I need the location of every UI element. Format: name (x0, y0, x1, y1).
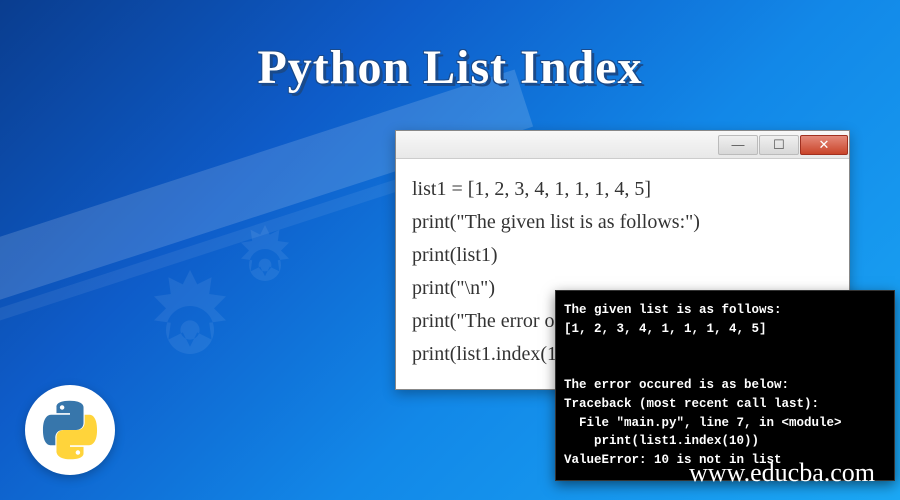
window-titlebar: — ☐ ✕ (396, 131, 849, 159)
minimize-button[interactable]: — (718, 135, 758, 155)
close-button[interactable]: ✕ (800, 135, 848, 155)
page-title: Python List Index (0, 40, 900, 95)
website-url: www.educba.com (689, 458, 875, 488)
maximize-button[interactable]: ☐ (759, 135, 799, 155)
terminal-output: The given list is as follows: [1, 2, 3, … (555, 290, 895, 481)
python-logo-icon (25, 385, 115, 475)
gear-icon (225, 225, 305, 305)
